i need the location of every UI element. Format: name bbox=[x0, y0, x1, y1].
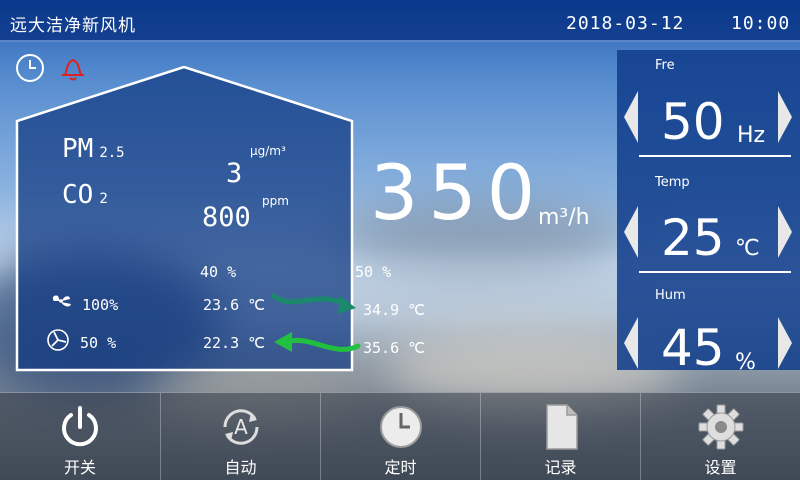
freq-increase-button[interactable] bbox=[774, 82, 796, 152]
damper-percent: 50 % bbox=[80, 334, 117, 352]
setpoint-panel: Fre 50 Hz Temp 25 ℃ Hum 45 % bbox=[617, 50, 800, 377]
indoor-status-house: PM 2.5 CO 2 3 μg/m³ 800 ppm 40 % 100% 50 %… bbox=[14, 66, 356, 372]
co2-value: 800 bbox=[202, 202, 251, 233]
temp-increase-button[interactable] bbox=[774, 197, 796, 267]
auto-label: 自动 bbox=[224, 458, 257, 477]
airflow-unit: m³/h bbox=[538, 205, 590, 230]
power-icon bbox=[56, 403, 104, 451]
temp-title: Temp bbox=[655, 175, 690, 190]
outdoor-humidity: 50 % bbox=[355, 263, 392, 281]
temp-decrease-button[interactable] bbox=[620, 197, 642, 267]
record-label: 记录 bbox=[544, 458, 577, 477]
settings-label: 设置 bbox=[704, 458, 737, 477]
pm25-value: 3 bbox=[226, 158, 243, 189]
document-icon bbox=[537, 403, 585, 451]
arrow-right-icon bbox=[270, 290, 362, 324]
record-button[interactable]: 记录 bbox=[480, 393, 640, 480]
freq-divider bbox=[639, 155, 791, 157]
top-bar: 远大洁净新风机 2018-03-12 10:00 bbox=[0, 0, 800, 42]
freq-decrease-button[interactable] bbox=[620, 82, 642, 152]
outdoor-temp-in: 34.9 ℃ bbox=[363, 301, 425, 319]
timer-label: 定时 bbox=[384, 458, 417, 477]
arrow-left-icon bbox=[270, 330, 362, 364]
settings-button[interactable]: 设置 bbox=[640, 393, 800, 480]
co2-label: CO 2 bbox=[62, 180, 108, 210]
fan-speed: 100% bbox=[82, 296, 119, 314]
co2-unit: ppm bbox=[262, 194, 289, 208]
exhaust-air-temp: 22.3 ℃ bbox=[203, 334, 265, 352]
supply-air-temp: 23.6 ℃ bbox=[203, 296, 265, 314]
power-button[interactable]: 开关 bbox=[0, 393, 160, 480]
freq-value: 50 bbox=[661, 93, 725, 151]
temp-value: 25 bbox=[661, 209, 725, 267]
fan-icon bbox=[50, 292, 76, 314]
gear-icon bbox=[697, 403, 745, 451]
hum-title: Hum bbox=[655, 288, 686, 303]
hum-value: 45 bbox=[661, 319, 725, 377]
outdoor-temp-out: 35.6 ℃ bbox=[363, 339, 425, 357]
svg-text:A: A bbox=[234, 415, 248, 439]
temp-unit: ℃ bbox=[735, 236, 760, 261]
freq-unit: Hz bbox=[737, 123, 766, 148]
auto-mode-icon: A bbox=[217, 403, 265, 451]
airflow-value: 350 bbox=[370, 148, 546, 237]
indoor-humidity: 40 % bbox=[200, 263, 237, 281]
damper-icon bbox=[46, 328, 70, 356]
pm25-label: PM 2.5 bbox=[62, 134, 125, 164]
timer-icon bbox=[377, 403, 425, 451]
hum-unit: % bbox=[735, 350, 756, 375]
date-display: 2018-03-12 bbox=[566, 13, 685, 34]
hum-increase-button[interactable] bbox=[774, 308, 796, 378]
bottom-bar: 开关 A 自动 定时 记录 设置 bbox=[0, 392, 800, 480]
freq-title: Fre bbox=[655, 58, 675, 73]
power-label: 开关 bbox=[63, 458, 96, 477]
pm25-unit: μg/m³ bbox=[250, 144, 286, 158]
hum-decrease-button[interactable] bbox=[620, 308, 642, 378]
app-title: 远大洁净新风机 bbox=[10, 16, 136, 36]
timer-button[interactable]: 定时 bbox=[320, 393, 480, 480]
auto-button[interactable]: A 自动 bbox=[160, 393, 320, 480]
temp-divider bbox=[639, 271, 791, 273]
time-display: 10:00 bbox=[731, 13, 791, 34]
